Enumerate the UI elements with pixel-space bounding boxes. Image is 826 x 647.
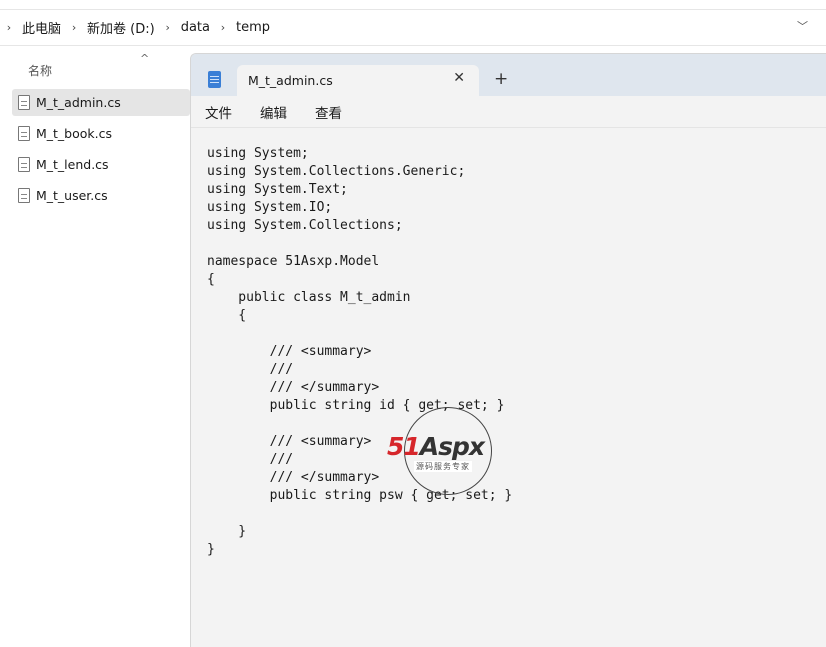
file-list-pane: ^ 名称 M_t_admin.cs M_t_book.cs M_t_lend.c… — [0, 46, 190, 647]
chevron-right-icon[interactable]: › — [159, 21, 177, 34]
column-header-name[interactable]: 名称 — [28, 62, 52, 79]
file-name: M_t_admin.cs — [36, 95, 121, 110]
chevron-right-icon[interactable]: › — [65, 21, 83, 34]
menu-edit[interactable]: 编辑 — [260, 102, 287, 122]
notepad-icon — [208, 71, 221, 88]
chevron-right-icon[interactable]: › — [214, 21, 232, 34]
caret-up-icon[interactable]: ^ — [140, 52, 149, 65]
document-icon — [18, 95, 30, 110]
file-item-m-t-user[interactable]: M_t_user.cs — [12, 182, 190, 209]
breadcrumb-item-data[interactable]: data — [177, 20, 214, 35]
breadcrumb: › 此电脑 › 新加卷 (D:) › data › temp — [0, 12, 274, 42]
close-icon[interactable]: ✕ — [453, 70, 465, 86]
file-name: M_t_book.cs — [36, 126, 113, 141]
text-editor[interactable]: using System; using System.Collections.G… — [191, 128, 826, 647]
menu-bar: 文件 编辑 查看 — [191, 96, 826, 128]
tab-strip: M_t_admin.cs ✕ + — [191, 54, 826, 96]
file-name: M_t_user.cs — [36, 188, 108, 203]
document-icon — [18, 126, 30, 141]
file-item-m-t-admin[interactable]: M_t_admin.cs — [12, 89, 190, 116]
menu-view[interactable]: 查看 — [315, 102, 342, 122]
new-tab-button[interactable]: + — [494, 69, 508, 89]
document-icon — [18, 157, 30, 172]
file-item-m-t-book[interactable]: M_t_book.cs — [12, 120, 190, 147]
breadcrumb-item-this-pc[interactable]: 此电脑 — [18, 18, 65, 37]
file-name: M_t_lend.cs — [36, 157, 109, 172]
notepad-window: M_t_admin.cs ✕ + 文件 编辑 查看 using System; … — [190, 53, 826, 647]
tab-title: M_t_admin.cs — [248, 73, 333, 88]
title-strip — [0, 0, 826, 10]
tab-m-t-admin[interactable]: M_t_admin.cs ✕ — [237, 65, 479, 96]
menu-file[interactable]: 文件 — [205, 102, 232, 122]
document-icon — [18, 188, 30, 203]
breadcrumb-item-temp[interactable]: temp — [232, 20, 274, 35]
address-bar: › 此电脑 › 新加卷 (D:) › data › temp ﹀ — [0, 0, 826, 46]
file-list: M_t_admin.cs M_t_book.cs M_t_lend.cs M_t… — [12, 89, 190, 213]
chevron-down-icon[interactable]: ﹀ — [797, 18, 808, 34]
breadcrumb-item-drive-d[interactable]: 新加卷 (D:) — [83, 18, 159, 37]
chevron-right-icon[interactable]: › — [0, 21, 18, 34]
file-item-m-t-lend[interactable]: M_t_lend.cs — [12, 151, 190, 178]
code-content[interactable]: using System; using System.Collections.G… — [207, 145, 512, 559]
